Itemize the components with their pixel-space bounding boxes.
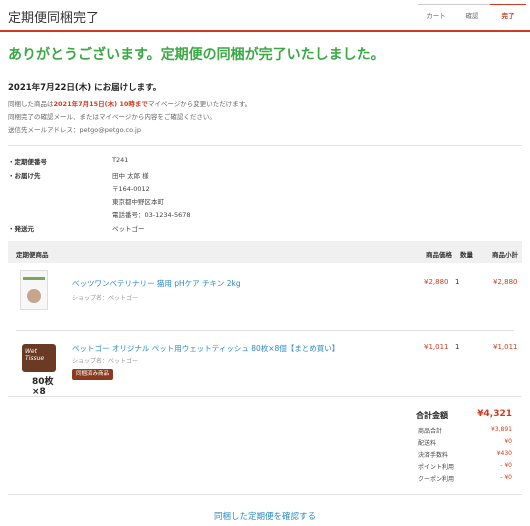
address-name: 田中 太郎 様 — [112, 172, 149, 180]
coupon-label: クーポン利用 — [418, 476, 455, 483]
bundled-badge: 同梱済み商品 — [72, 369, 114, 380]
sender-label: ・発送元 — [8, 225, 34, 233]
item-subtotal: ¥1,011 — [493, 343, 518, 351]
address-city: 東京都中野区本町 — [112, 198, 164, 206]
item-qty: 1 — [455, 278, 460, 286]
subtotal-value: ¥3,891 — [491, 426, 512, 433]
deadline-highlight: 2021年7月15日(木) 10時まで — [53, 100, 148, 108]
pack-quantity-label: 80枚×8 — [32, 377, 54, 397]
item-qty: 1 — [455, 343, 460, 351]
fee-label: 決済手数料 — [418, 452, 449, 459]
product-image-cat-food[interactable] — [20, 270, 48, 310]
shipping-value: ¥0 — [504, 438, 512, 445]
coupon-value: - ¥0 — [500, 474, 512, 481]
subscription-number-value: T241 — [112, 156, 129, 164]
item-price: ¥1,011 — [424, 343, 449, 351]
subtotal-label: 商品合計 — [418, 428, 443, 435]
change-deadline-info: 同梱した商品は2021年7月15日(木) 10時までマイページから変更いただけま… — [8, 98, 251, 108]
points-label: ポイント利用 — [418, 464, 455, 471]
package-band — [23, 277, 45, 280]
info-prefix: 同梱した商品は — [8, 100, 54, 108]
item-price: ¥2,880 — [424, 278, 449, 286]
view-subscription-link[interactable]: 同梱した定期便を確認する — [0, 510, 530, 522]
page-title: 定期便同梱完了 — [8, 11, 100, 26]
total-amount: ¥4,321 — [477, 409, 512, 419]
col-qty: 数量 — [460, 251, 473, 259]
item-divider — [16, 330, 514, 331]
shipping-label: 配送料 — [418, 440, 437, 447]
divider — [8, 396, 522, 397]
address-label: ・お届け先 — [8, 172, 41, 180]
page-header: 定期便同梱完了 カート 確認 完了 — [0, 0, 530, 32]
items-table-header: 定期便商品 商品価格 数量 商品小計 — [8, 241, 522, 263]
checkout-steps: カート 確認 完了 — [418, 0, 526, 30]
thanks-message: ありがとうございます。定期便の同梱が完了いたしました。 — [8, 47, 385, 63]
col-price: 商品価格 — [426, 251, 452, 259]
step-cart: カート — [418, 0, 454, 30]
total-label: 合計金額 — [416, 411, 448, 420]
points-value: - ¥0 — [500, 462, 512, 469]
product-link[interactable]: ベッツワンベテリナリー 猫用 pHケア チキン 2kg — [72, 278, 241, 289]
fee-value: ¥430 — [496, 450, 512, 457]
shop-name: ショップ名：ペットゴー — [72, 358, 139, 365]
step-complete: 完了 — [490, 0, 526, 30]
email-address-info: 送信先メールアドレス：petgo@petgo.co.jp — [8, 126, 141, 134]
divider — [8, 494, 522, 495]
cat-graphic — [27, 289, 41, 303]
item-subtotal: ¥2,880 — [493, 278, 518, 286]
pack-text: Wet Tissue — [25, 348, 45, 362]
col-subtotal: 商品小計 — [492, 251, 518, 259]
subscription-number-label: ・定期便番号 — [8, 158, 47, 166]
divider — [8, 145, 522, 146]
address-zip: 〒164-0012 — [112, 185, 150, 193]
address-phone: 電話番号：03-1234-5678 — [112, 211, 191, 219]
confirm-email-info: 同梱完了の確認メール、またはマイページから内容をご確認ください。 — [8, 113, 216, 121]
tissue-pack-graphic: Wet Tissue — [22, 344, 56, 372]
delivery-date: 2021年7月22日(木) にお届けします。 — [8, 83, 162, 93]
step-confirm: 確認 — [454, 0, 490, 30]
product-image-wet-tissue[interactable]: Wet Tissue 80枚×8 — [20, 344, 60, 397]
col-product: 定期便商品 — [16, 251, 49, 259]
info-suffix: マイページから変更いただけます。 — [147, 100, 252, 108]
shop-name: ショップ名：ペットゴー — [72, 295, 139, 302]
sender-value: ペットゴー — [112, 225, 145, 233]
product-link[interactable]: ペットゴー オリジナル ペット用ウェットティッシュ 80枚×8個【まとめ買い】 — [72, 343, 339, 354]
